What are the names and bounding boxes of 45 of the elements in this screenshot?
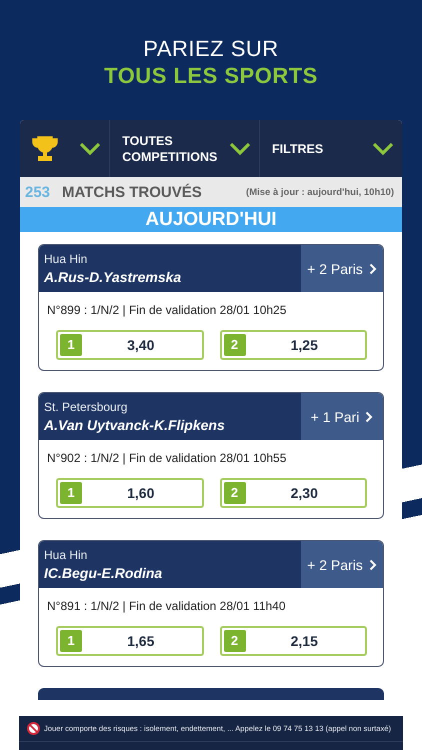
trophy-icon [32,134,58,162]
odds-button[interactable]: 2 2,30 [220,478,367,508]
bet-info: N°902 : 1/N/2 | Fin de validation 28/01 10h55 [46,450,288,467]
bet-info: N°891 : 1/N/2 | Fin de validation 28/01 11h40 [46,598,287,615]
odds-value: 1,65 [126,633,156,649]
match-title: IC.Begu-E.Rodina [44,564,164,583]
competition-location: St. Petersbourg [44,399,128,415]
odds-value: 3,40 [126,337,156,353]
match-title: A.Van Uytvanck-K.Flipkens [44,416,226,435]
filter-dropdown[interactable]: FILTRES [260,120,402,177]
outcome-label: 1 [60,482,82,504]
outcome-label: 2 [224,630,246,652]
outcome-label: 1 [60,334,82,356]
odds-button[interactable]: 1 3,40 [56,330,204,360]
odds-value: 2,15 [290,633,319,649]
summary-label: MATCHS TROUVÉS [62,184,203,200]
bet-info: N°899 : 1/N/2 | Fin de validation 28/01 10h25 [46,302,288,319]
chevron-down-icon [79,142,102,156]
more-bets-button[interactable]: + 2 Paris [301,245,383,292]
outcome-label: 2 [224,482,246,504]
chevron-right-icon [368,558,377,570]
outcome-label: 2 [224,334,246,356]
chevron-down-icon [372,142,394,156]
odds-button[interactable]: 2 1,25 [220,330,367,360]
odds-value: 1,25 [290,337,319,353]
match-count: 253 [25,184,50,200]
prohibited-icon [27,722,40,735]
competition-location: Hua Hin [44,547,88,563]
chevron-right-icon [368,262,377,274]
match-title: A.Rus-D.Yastremska [44,268,182,287]
outcome-label: 1 [60,630,82,652]
day-banner: AUJOURD'HUI [20,207,402,232]
odds-button[interactable]: 1 1,65 [56,626,204,656]
more-bets-button[interactable]: + 2 Paris [301,541,383,588]
chevron-down-icon [229,142,251,156]
odds-button[interactable]: 2 2,15 [220,626,367,656]
odds-value: 1,60 [126,485,156,501]
odds-value: 2,30 [290,485,319,501]
odds-button[interactable]: 1 1,60 [56,478,204,508]
headline: TOUS LES SPORTS [104,62,318,90]
more-bets-button[interactable]: + 1 Pari [301,393,383,440]
headline: PARIEZ SUR [143,36,279,62]
chevron-right-icon [365,410,374,422]
competition-location: Hua Hin [44,251,88,267]
update-time: (Mise à jour : aujourd'hui, 10h10) [246,186,394,198]
